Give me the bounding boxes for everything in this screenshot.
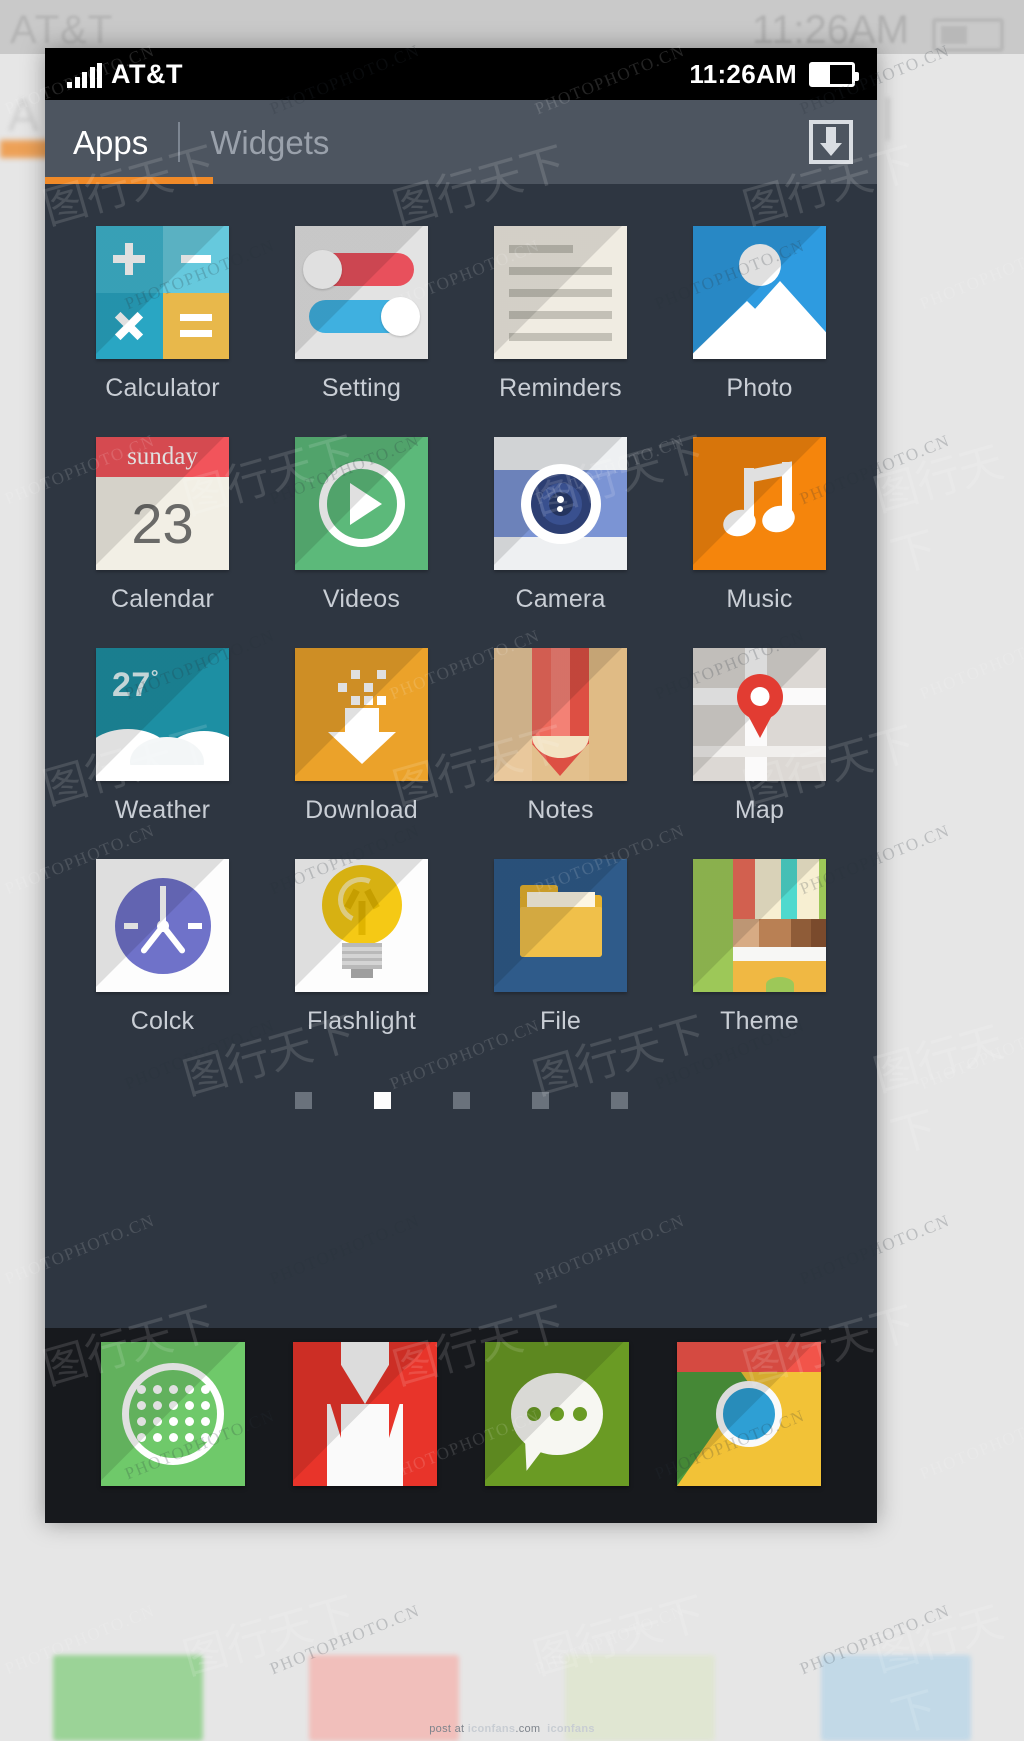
app-label: Videos bbox=[322, 585, 401, 613]
video-play-icon bbox=[295, 437, 428, 570]
app-item-setting[interactable]: Setting bbox=[262, 226, 461, 403]
app-label: Notes bbox=[527, 796, 594, 824]
tab-bar: Apps Widgets bbox=[45, 100, 877, 184]
status-bar-left: AT&T bbox=[67, 58, 183, 89]
weather-temp: 27 bbox=[112, 666, 151, 704]
status-time: 11:26AM bbox=[689, 58, 797, 89]
app-label: Theme bbox=[720, 1007, 799, 1035]
app-grid-row: sunday 23 Calendar Videos Camera Music bbox=[63, 437, 859, 648]
calculator-icon bbox=[96, 226, 229, 359]
app-label: Camera bbox=[515, 585, 606, 613]
app-item-weather[interactable]: 27° Weather bbox=[63, 648, 262, 825]
app-grid: Calculator Setting Reminders Photo sunda… bbox=[45, 184, 877, 1109]
app-grid-row: 27° Weather Download Notes Map bbox=[63, 648, 859, 859]
app-item-reminders[interactable]: Reminders bbox=[461, 226, 660, 403]
app-label: Calendar bbox=[110, 585, 215, 613]
weather-cloud-icon: 27° bbox=[96, 648, 229, 781]
footer-credit: post at iconfans.com iconfans bbox=[0, 1723, 1024, 1735]
app-item-calculator[interactable]: Calculator bbox=[63, 226, 262, 403]
dock-bar bbox=[45, 1328, 877, 1523]
status-bar: AT&T 11:26AM bbox=[45, 48, 877, 100]
app-item-map[interactable]: Map bbox=[660, 648, 859, 825]
tab-active-underline bbox=[45, 177, 213, 184]
pencil-icon bbox=[494, 648, 627, 781]
messages-bubble-icon[interactable] bbox=[485, 1341, 629, 1486]
page-indicator[interactable] bbox=[63, 1092, 859, 1109]
app-item-camera[interactable]: Camera bbox=[461, 437, 660, 614]
page-dot[interactable] bbox=[294, 1092, 312, 1109]
app-item-videos[interactable]: Videos bbox=[262, 437, 461, 614]
tab-apps[interactable]: Apps bbox=[69, 126, 152, 159]
lightbulb-icon bbox=[295, 859, 428, 992]
folder-icon bbox=[494, 859, 627, 992]
page-dot[interactable] bbox=[610, 1092, 628, 1109]
app-label: File bbox=[539, 1007, 582, 1035]
degree-symbol: ° bbox=[150, 667, 159, 689]
credit-logo: iconfans bbox=[547, 1723, 595, 1735]
battery-icon bbox=[809, 61, 859, 87]
app-label: Photo bbox=[726, 374, 793, 402]
bleed-carrier: AT&T bbox=[10, 8, 114, 52]
chrome-icon[interactable] bbox=[677, 1341, 821, 1486]
bleed-battery-icon bbox=[932, 18, 1004, 52]
camera-lens-icon bbox=[494, 437, 627, 570]
tab-widgets[interactable]: Widgets bbox=[206, 126, 333, 159]
app-item-calendar[interactable]: sunday 23 Calendar bbox=[63, 437, 262, 614]
credit-suffix: .com bbox=[515, 1723, 541, 1735]
bleed-ghost-left: A bbox=[8, 89, 39, 141]
calendar-day: 23 bbox=[131, 492, 194, 555]
page-dot-active[interactable] bbox=[373, 1092, 391, 1109]
app-item-notes[interactable]: Notes bbox=[461, 648, 660, 825]
phone-screen: AT&T 11:26AM Apps Widgets Calculator Set… bbox=[45, 48, 877, 1523]
app-label: Weather bbox=[114, 796, 211, 824]
calendar-weekday: sunday bbox=[96, 437, 229, 477]
gmail-icon[interactable] bbox=[293, 1341, 437, 1486]
app-label: Calculator bbox=[105, 374, 220, 402]
reminders-lines-icon bbox=[494, 226, 627, 359]
app-grid-row: Colck Flashlight File Theme bbox=[63, 859, 859, 1070]
settings-toggles-icon bbox=[295, 226, 428, 359]
app-item-clock[interactable]: Colck bbox=[63, 859, 262, 1036]
page-dot[interactable] bbox=[531, 1092, 549, 1109]
app-label: Download bbox=[305, 796, 418, 824]
bleed-ghost-right: | bbox=[882, 89, 894, 141]
calendar-icon: sunday 23 bbox=[96, 437, 229, 570]
download-tray-icon[interactable] bbox=[809, 120, 853, 164]
app-label: Setting bbox=[321, 374, 402, 402]
app-label: Flashlight bbox=[307, 1007, 416, 1035]
theme-palette-icon bbox=[693, 859, 826, 992]
app-item-download[interactable]: Download bbox=[262, 648, 461, 825]
carrier-label: AT&T bbox=[111, 58, 183, 89]
photo-mountain-icon bbox=[693, 226, 826, 359]
signal-bars-icon bbox=[67, 62, 102, 88]
bleed-time: 11:26AM bbox=[751, 8, 909, 52]
app-item-music[interactable]: Music bbox=[660, 437, 859, 614]
tab-separator bbox=[178, 122, 181, 162]
app-label: Music bbox=[726, 585, 793, 613]
music-note-icon bbox=[693, 437, 826, 570]
app-label: Colck bbox=[130, 1007, 195, 1035]
credit-prefix: post at bbox=[429, 1723, 468, 1735]
app-item-photo[interactable]: Photo bbox=[660, 226, 859, 403]
app-label: Reminders bbox=[499, 374, 622, 402]
app-item-theme[interactable]: Theme bbox=[660, 859, 859, 1036]
clock-icon bbox=[96, 859, 229, 992]
status-bar-right: 11:26AM bbox=[689, 58, 859, 90]
app-drawer-icon[interactable] bbox=[101, 1341, 245, 1486]
download-arrow-icon bbox=[295, 648, 428, 781]
page-dot[interactable] bbox=[452, 1092, 470, 1109]
app-label: Map bbox=[734, 796, 785, 824]
app-item-flashlight[interactable]: Flashlight bbox=[262, 859, 461, 1036]
map-pin-icon bbox=[693, 648, 826, 781]
app-item-file[interactable]: File bbox=[461, 859, 660, 1036]
credit-site: iconfans bbox=[467, 1723, 516, 1735]
app-grid-row: Calculator Setting Reminders Photo bbox=[63, 226, 859, 437]
